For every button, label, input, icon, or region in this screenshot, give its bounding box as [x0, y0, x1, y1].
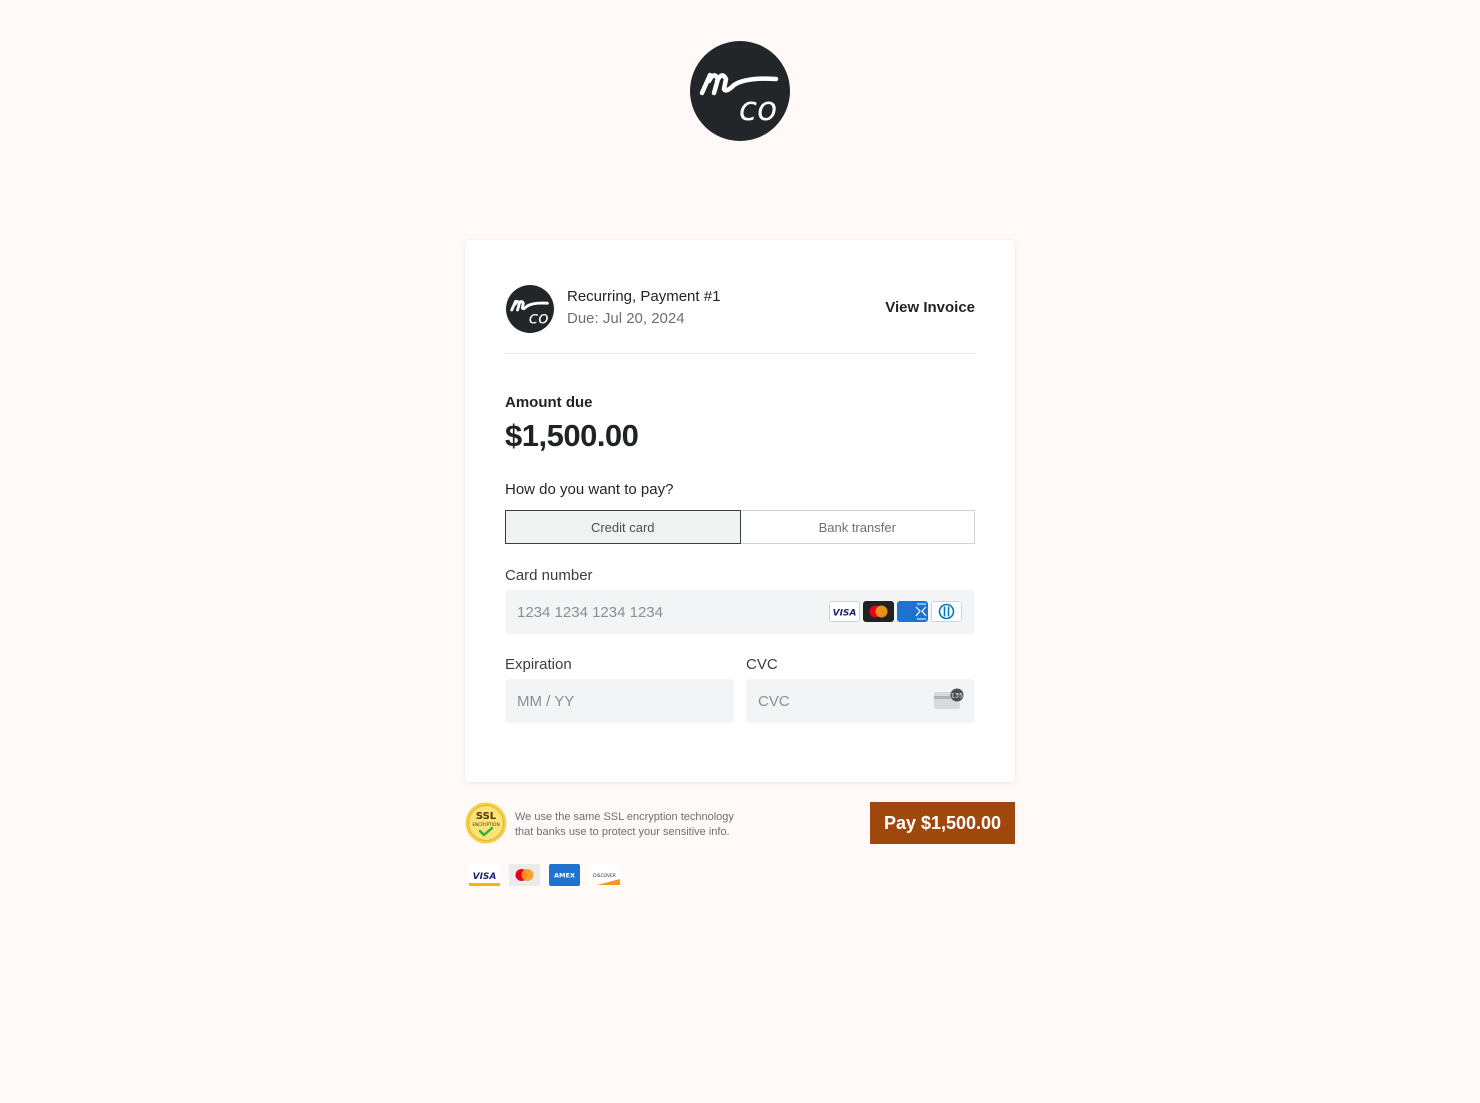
expiration-label: Expiration — [505, 656, 572, 673]
svg-text:AMEX: AMEX — [554, 872, 575, 880]
card-number-label: Card number — [505, 567, 593, 584]
mco-logo-icon: co — [510, 299, 549, 328]
pay-button[interactable]: Pay $1,500.00 — [870, 802, 1015, 844]
mastercard-icon — [509, 864, 540, 886]
payment-method-toggle: Credit card Bank transfer — [505, 510, 975, 544]
svg-text:ENCRYPTION: ENCRYPTION — [472, 822, 499, 828]
cvc-field: 135 — [746, 679, 975, 723]
payment-method-question: How do you want to pay? — [505, 481, 674, 498]
mastercard-icon — [863, 601, 894, 622]
invoice-due-date: Due: Jul 20, 2024 — [567, 310, 685, 327]
payment-page: co co Recurring, Payment #1 Due: Jul 20,… — [0, 0, 1480, 1103]
svg-text:VISA: VISA — [833, 609, 857, 619]
amex-icon — [897, 601, 928, 622]
view-invoice-link[interactable]: View Invoice — [885, 299, 975, 316]
ssl-seal-icon: SSL ENCRYPTION — [465, 802, 507, 844]
svg-text:co: co — [739, 89, 777, 128]
cvc-card-icon: 135 — [934, 688, 964, 709]
cvc-label: CVC — [746, 656, 778, 673]
mini-brand-logo: co — [506, 285, 554, 333]
diners-club-icon — [931, 601, 962, 622]
credit-card-tab[interactable]: Credit card — [505, 510, 741, 544]
svg-text:DISCOVER: DISCOVER — [593, 873, 616, 879]
svg-text:VISA: VISA — [473, 872, 497, 882]
card-number-field: VISA — [505, 590, 975, 634]
payment-card: co Recurring, Payment #1 Due: Jul 20, 20… — [465, 240, 1015, 782]
visa-icon: VISA — [829, 601, 860, 622]
svg-text:co: co — [529, 308, 549, 328]
amount-due-label: Amount due — [505, 394, 593, 411]
ssl-notice-line-1: We use the same SSL encryption technolog… — [515, 811, 734, 823]
discover-icon: DISCOVER — [589, 864, 620, 886]
invoice-title: Recurring, Payment #1 — [567, 288, 721, 305]
ssl-notice: We use the same SSL encryption technolog… — [515, 810, 765, 840]
invoice-header: co Recurring, Payment #1 Due: Jul 20, 20… — [505, 284, 975, 354]
ssl-notice-line-2: that banks use to protect your sensitive… — [515, 826, 730, 838]
svg-text:SSL: SSL — [476, 811, 497, 822]
expiration-field — [505, 679, 734, 723]
brand-logo: co — [690, 41, 790, 141]
bank-transfer-tab[interactable]: Bank transfer — [740, 510, 975, 544]
visa-icon: VISA — [469, 864, 500, 886]
svg-text:135: 135 — [951, 692, 963, 700]
amount-due-value: $1,500.00 — [505, 418, 639, 453]
amex-icon: AMEX — [549, 864, 580, 886]
mco-logo-icon: co — [699, 72, 779, 128]
expiration-input[interactable] — [505, 679, 734, 723]
